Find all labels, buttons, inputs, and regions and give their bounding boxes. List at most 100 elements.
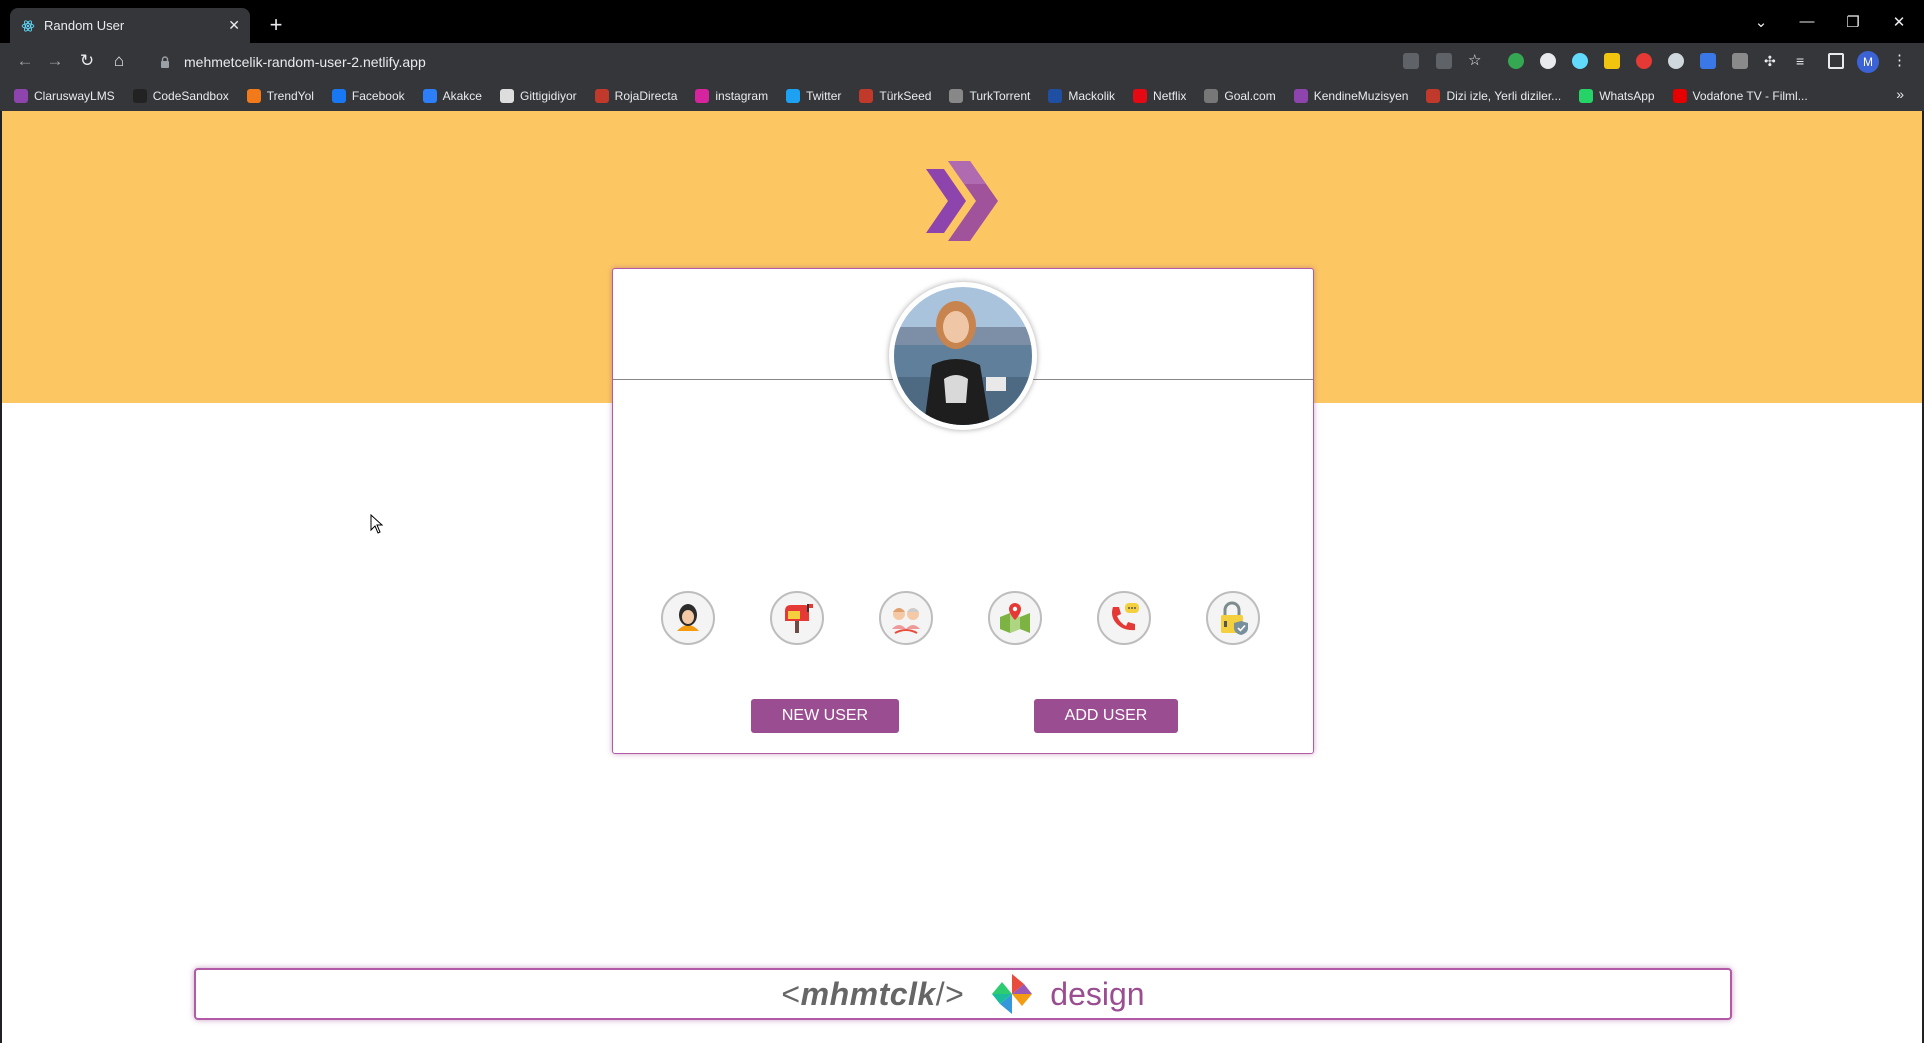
add-user-button[interactable]: ADD USER: [1034, 699, 1178, 733]
menu-kebab-icon[interactable]: ⋮: [1892, 53, 1908, 69]
close-window-button[interactable]: ✕: [1876, 13, 1922, 31]
new-user-button[interactable]: NEW USER: [751, 699, 899, 733]
map-icon[interactable]: [988, 591, 1042, 645]
phone-icon[interactable]: [1097, 591, 1151, 645]
extension-note-icon[interactable]: [1604, 53, 1620, 69]
bookmark-favicon-icon: [695, 88, 710, 103]
adblock-icon[interactable]: [1636, 53, 1652, 69]
mouse-cursor-icon: [370, 514, 384, 534]
bookmark-label: Vodafone TV - Filml...: [1692, 88, 1808, 103]
tab-close-icon[interactable]: ✕: [228, 17, 240, 34]
extension-blue-icon[interactable]: [1700, 53, 1716, 69]
lock-password-icon[interactable]: [1206, 591, 1260, 645]
bookmark-favicon-icon: [499, 88, 514, 103]
bookmark-favicon-icon: [1204, 88, 1219, 103]
reload-icon[interactable]: ↻: [74, 49, 100, 75]
extension-circle-icon[interactable]: [1540, 53, 1556, 69]
minimize-button[interactable]: —: [1784, 13, 1830, 30]
tab-title: Random User: [44, 18, 125, 33]
bookmark-label: ClaruswayLMS: [34, 88, 115, 103]
extension-gray-icon[interactable]: [1668, 53, 1684, 69]
share-icon[interactable]: [1436, 53, 1452, 69]
media-control-icon[interactable]: ≡: [1796, 53, 1812, 69]
brand-text: <mhmtclk/>: [781, 976, 964, 1013]
bookmark-label: instagram: [715, 88, 769, 103]
bookmark-label: Twitter: [806, 88, 842, 103]
user-card: NEW USER ADD USER: [612, 268, 1314, 754]
bookmark-label: Akakce: [442, 88, 482, 103]
new-tab-button[interactable]: +: [262, 12, 290, 40]
mailbox-icon[interactable]: [770, 591, 824, 645]
bookmark-favicon-icon: [1579, 88, 1594, 103]
url-text: mehmetcelik-random-user-2.netlify.app: [184, 53, 426, 70]
bookmark-item[interactable]: Dizi izle, Yerli diziler...: [1426, 88, 1562, 103]
bookmark-item[interactable]: Mackolik: [1048, 88, 1116, 103]
browser-toolbar: ← → ↻ ⌂ mehmetcelik-random-user-2.netlif…: [0, 43, 1924, 80]
back-arrow-icon[interactable]: ←: [12, 49, 38, 75]
react-devtools-icon[interactable]: [1572, 53, 1588, 69]
bookmark-label: TurkTorrent: [969, 88, 1031, 103]
bookmark-item[interactable]: Akakce: [422, 88, 482, 103]
bookmark-favicon-icon: [1048, 88, 1063, 103]
bookmark-star-icon[interactable]: ☆: [1468, 53, 1484, 69]
extension-pen-icon[interactable]: [1732, 53, 1748, 69]
bookmark-label: CodeSandbox: [152, 88, 229, 103]
side-panel-icon[interactable]: [1828, 53, 1844, 69]
bookmark-item[interactable]: Vodafone TV - Filml...: [1672, 88, 1808, 103]
brand-close: />: [935, 975, 965, 1012]
bookmarks-more-icon[interactable]: »: [1896, 86, 1904, 102]
bookmark-label: Gittigidiyor: [519, 88, 577, 103]
profile-avatar[interactable]: M: [1857, 51, 1879, 73]
bookmark-favicon-icon: [132, 88, 147, 103]
bookmark-label: Facebook: [351, 88, 405, 103]
bookmark-favicon-icon: [1133, 88, 1148, 103]
bookmark-item[interactable]: TürkSeed: [859, 88, 932, 103]
puzzle-extensions-icon[interactable]: ✣: [1764, 53, 1780, 69]
page-viewport: NEW USER ADD USER <mhmtclk/> design: [2, 111, 1922, 1043]
chevron-logo-icon: [926, 161, 998, 241]
translate-icon[interactable]: [1403, 53, 1419, 69]
bookmark-item[interactable]: TrendYol: [246, 88, 314, 103]
bookmark-favicon-icon: [246, 88, 261, 103]
address-bar[interactable]: mehmetcelik-random-user-2.netlify.app: [146, 47, 1416, 76]
bookmark-label: TürkSeed: [879, 88, 932, 103]
react-favicon-icon: [20, 18, 36, 34]
bookmark-favicon-icon: [949, 88, 964, 103]
bookmark-item[interactable]: Gittigidiyor: [499, 88, 577, 103]
bookmark-item[interactable]: KendineMuzisyen: [1293, 88, 1409, 103]
footer-brand-bar: <mhmtclk/> design: [194, 968, 1732, 1020]
bookmark-item[interactable]: Twitter: [786, 88, 842, 103]
bookmark-label: Netflix: [1153, 88, 1187, 103]
bookmark-label: Mackolik: [1068, 88, 1116, 103]
bookmark-favicon-icon: [859, 88, 874, 103]
bookmark-item[interactable]: TurkTorrent: [949, 88, 1031, 103]
bookmark-favicon-icon: [422, 88, 437, 103]
design-text: design: [1050, 975, 1145, 1012]
brand-open: <: [781, 975, 801, 1012]
bookmark-item[interactable]: instagram: [695, 88, 769, 103]
bookmark-favicon-icon: [1426, 88, 1441, 103]
age-icon[interactable]: [879, 591, 933, 645]
bookmark-favicon-icon: [1672, 88, 1687, 103]
brand-name: mhmtclk: [800, 975, 936, 1012]
bookmark-item[interactable]: ClaruswayLMS: [14, 88, 115, 103]
bookmark-item[interactable]: Netflix: [1133, 88, 1187, 103]
bookmark-item[interactable]: CodeSandbox: [132, 88, 229, 103]
home-icon[interactable]: ⌂: [106, 49, 132, 75]
extension-green-icon[interactable]: [1508, 53, 1524, 69]
bookmark-favicon-icon: [1293, 88, 1308, 103]
bookmark-label: KendineMuzisyen: [1313, 88, 1409, 103]
pinwheel-logo-icon: [992, 974, 1033, 1014]
bookmark-item[interactable]: Goal.com: [1204, 88, 1276, 103]
bookmark-label: WhatsApp: [1599, 88, 1655, 103]
bookmark-item[interactable]: WhatsApp: [1579, 88, 1655, 103]
tab-search-icon[interactable]: ⌄: [1738, 13, 1784, 31]
bookmark-item[interactable]: RojaDirecta: [594, 88, 678, 103]
bookmark-label: Dizi izle, Yerli diziler...: [1446, 88, 1562, 103]
browser-tab[interactable]: Random User ✕: [10, 8, 250, 43]
person-icon[interactable]: [661, 591, 715, 645]
bookmark-label: RojaDirecta: [614, 88, 678, 103]
forward-arrow-icon[interactable]: →: [42, 49, 68, 75]
bookmark-item[interactable]: Facebook: [331, 88, 405, 103]
restore-button[interactable]: ❐: [1830, 13, 1876, 31]
